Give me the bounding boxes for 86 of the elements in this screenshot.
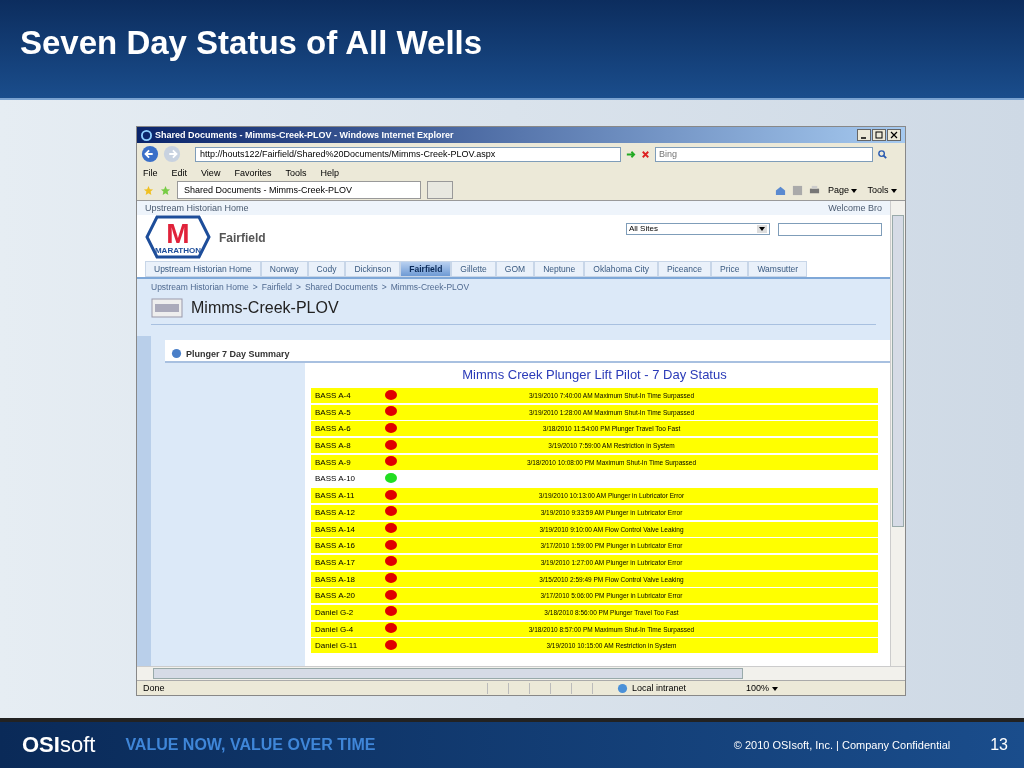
page-number: 13 [990, 736, 1008, 754]
breadcrumb-link[interactable]: Upstream Historian Home [151, 282, 249, 292]
well-name: BASS A-8 [314, 441, 352, 451]
caret-icon [851, 188, 858, 193]
browser-icon [141, 129, 152, 141]
maximize-button[interactable] [872, 129, 886, 141]
site-tab[interactable]: Norway [260, 261, 308, 277]
table-title: Mimms Creek Plunger Lift Pilot - 7 Day Status [461, 366, 728, 384]
site-tab[interactable]: Fairfield [400, 261, 452, 277]
breadcrumb-link[interactable]: Shared Documents [304, 282, 378, 292]
document-library-icon [151, 298, 183, 318]
welcome-menu[interactable]: Welcome Bro [828, 203, 882, 213]
slide-title: Seven Day Status of All Wells [20, 24, 483, 62]
site-tab[interactable]: Price [711, 261, 749, 277]
menu-item[interactable]: Tools [285, 167, 307, 178]
company-logo: M MARATHON [145, 215, 211, 261]
well-name: BASS A-10 [314, 474, 357, 484]
new-tab-button[interactable] [427, 181, 453, 199]
site-tab[interactable]: Piceance [658, 261, 711, 277]
address-field[interactable]: http://houts122/Fairfield/Shared%20Documents/Mimms-Creek-PLOV.aspx [195, 146, 621, 162]
web-part-icon [171, 348, 182, 359]
back-button[interactable] [141, 145, 159, 163]
well-name: BASS A-17 [314, 557, 357, 567]
breadcrumb-link[interactable]: Fairfield [261, 282, 292, 292]
well-name: BASS A-14 [314, 524, 357, 534]
dropdown-arrow-icon [757, 225, 767, 233]
globe-icon [617, 682, 628, 694]
command-button[interactable]: Page [825, 185, 860, 195]
minimize-button[interactable] [857, 129, 871, 141]
site-tab[interactable]: Neptune [534, 261, 585, 277]
web-part-title: Plunger 7 Day Summary [186, 348, 290, 359]
printer-icon[interactable] [808, 184, 820, 196]
site-tab[interactable]: Gillette [451, 261, 496, 277]
site-tab[interactable]: Upstream Historian Home [145, 261, 261, 277]
site-tab[interactable]: Wamsutter [748, 261, 808, 277]
home-icon[interactable] [774, 184, 786, 196]
search-field[interactable]: Bing [655, 146, 873, 162]
scope-dropdown[interactable]: All Sites [626, 223, 770, 235]
well-name: Daniel G-11 [314, 641, 359, 651]
menu-item[interactable]: Edit [171, 167, 188, 178]
well-name: BASS A-4 [314, 391, 352, 400]
menu-item[interactable]: Favorites [234, 167, 272, 178]
command-button[interactable]: Tools [865, 185, 899, 195]
vertical-scrollbar[interactable] [890, 201, 905, 666]
well-name: BASS A-12 [314, 507, 357, 517]
search-icon[interactable] [877, 148, 888, 160]
breadcrumb-separator: > [296, 282, 301, 292]
well-name: BASS A-16 [314, 541, 357, 551]
page-title: Mimms-Creek-PLOV [191, 299, 339, 317]
well-name: BASS A-5 [314, 407, 352, 417]
close-button[interactable] [887, 129, 901, 141]
top-link[interactable]: Upstream Historian Home [145, 203, 249, 213]
menu-item[interactable]: File [143, 167, 158, 178]
close-icon[interactable] [640, 148, 651, 160]
site-tab[interactable]: Dickinson [345, 261, 401, 277]
browser-tab[interactable]: Shared Documents - Mimms-Creek-PLOV [177, 181, 421, 199]
breadcrumb-separator: > [381, 282, 387, 292]
company-logo: OSIsoft [22, 732, 96, 758]
star-icon[interactable] [143, 184, 154, 196]
caret-icon [771, 686, 778, 691]
feed-icon[interactable] [791, 184, 803, 196]
status-text: Done [143, 683, 166, 693]
well-name: Daniel G-2 [314, 607, 355, 617]
site-search-field[interactable] [778, 223, 882, 236]
caret-icon [891, 188, 897, 193]
menu-item[interactable]: Help [320, 167, 339, 178]
horizontal-scrollbar[interactable] [137, 666, 905, 680]
copyright-text: © 2010 OSIsoft, Inc. | Company Confidential [733, 739, 951, 751]
site-tab[interactable]: Cody [307, 261, 346, 277]
breadcrumb-link[interactable]: Mimms-Creek-PLOV [390, 282, 470, 292]
zoom-button[interactable]: 100% [746, 683, 806, 693]
site-tab[interactable]: GOM [495, 261, 535, 277]
well-name: BASS A-6 [314, 424, 352, 434]
well-name: BASS A-9 [314, 457, 352, 467]
well-name: BASS A-11 [314, 491, 356, 501]
site-tab[interactable]: Oklahoma City [584, 261, 659, 277]
well-name: BASS A-18 [314, 574, 357, 584]
well-name: BASS A-20 [314, 591, 357, 601]
well-name: Daniel G-4 [314, 624, 355, 634]
breadcrumb-separator: > [252, 282, 258, 292]
menu-item[interactable]: View [201, 167, 221, 178]
site-title: Fairfield [219, 231, 266, 245]
security-zone: Local intranet [632, 683, 688, 693]
tagline: VALUE NOW, VALUE OVER TIME [125, 736, 376, 754]
window-title: Shared Documents - Mimms-Creek-PLOV - Windows Internet Explorer [155, 130, 455, 140]
add-favorite-icon[interactable] [160, 184, 171, 196]
